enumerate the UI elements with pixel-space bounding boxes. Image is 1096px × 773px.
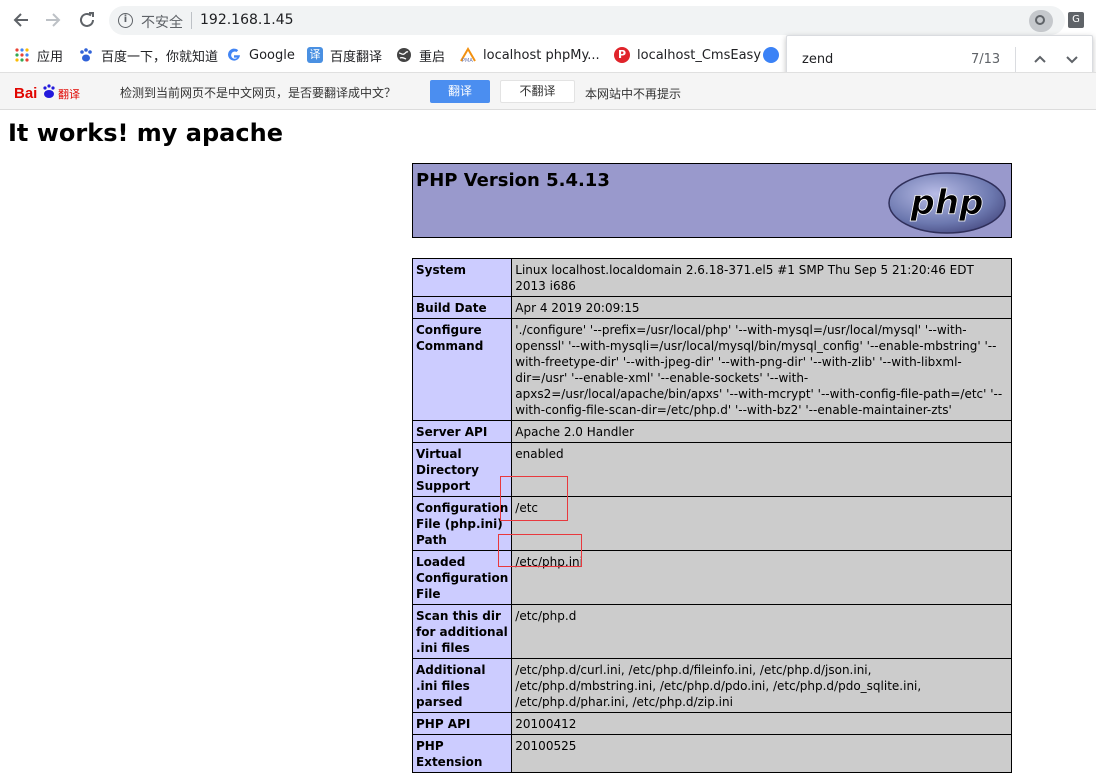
svg-text:Bai: Bai [14, 85, 37, 102]
reload-icon[interactable] [76, 9, 98, 31]
row-key: Server API [411, 420, 513, 443]
table-row: Server API Apache 2.0 Handler [411, 420, 1012, 443]
never-translate-link[interactable]: 本网站中不再提示 [585, 85, 681, 102]
bookmark-phpmyadmin[interactable]: PMA localhost phpMy... [460, 45, 600, 65]
url-text[interactable]: 192.168.1.45 [200, 12, 294, 28]
table-row: Scan this dir for additional .ini files … [411, 604, 1012, 659]
svg-text:PMA: PMA [462, 58, 473, 63]
highlight-box-loaded-config [498, 534, 582, 567]
find-next-chevron-down-icon[interactable] [1062, 48, 1082, 70]
row-value: /etc [511, 496, 1012, 551]
bookmark-label: 应用 [37, 49, 64, 65]
row-key: Virtual Directory Support [411, 442, 513, 497]
forward-arrow-icon[interactable] [42, 9, 64, 31]
php-version-title: PHP Version 5.4.13 [416, 170, 610, 191]
row-value: /etc/php.d/curl.ini, /etc/php.d/fileinfo… [511, 658, 1012, 713]
find-match-count: 7/13 [971, 52, 1001, 67]
row-value: /etc/php.ini [511, 550, 1012, 605]
row-value: 20100525 [511, 734, 1012, 773]
svg-text:翻译: 翻译 [58, 87, 80, 101]
row-key: Configure Command [411, 318, 513, 421]
row-key: Additional .ini files parsed [411, 658, 513, 713]
bookmark-baidu[interactable]: 百度一下，你就知道 [78, 45, 218, 65]
page-heading: It works! my apache [8, 119, 283, 147]
bookmark-label: 百度一下，你就知道 [101, 49, 219, 65]
apps-grid-icon [14, 47, 30, 63]
bookmark-apps[interactable]: 应用 [14, 45, 63, 65]
bookmark-google[interactable]: Google [226, 45, 295, 65]
bookmark-label: Google [249, 47, 295, 63]
bookmark-label: 重启 [419, 49, 446, 65]
find-separator [1015, 47, 1016, 74]
row-key: PHP Extension [411, 734, 513, 773]
google-g-icon [226, 47, 242, 63]
bookmark-label: localhost_CmsEasy [637, 47, 762, 63]
browser-toolbar: i 不安全 192.168.1.45 G [0, 0, 1096, 40]
back-arrow-icon[interactable] [10, 9, 32, 31]
bookmark-cmseasy[interactable]: P localhost_CmsEasy [614, 45, 761, 65]
p-logo-icon: P [614, 47, 630, 63]
row-value: Linux localhost.localdomain 2.6.18-371.e… [511, 258, 1012, 297]
row-key: Loaded Configuration File [411, 550, 513, 605]
php-logo: php [887, 171, 1007, 235]
security-label: 不安全 [141, 15, 183, 31]
translate-button[interactable]: 翻译 [430, 80, 490, 103]
row-value: /etc/php.d [511, 604, 1012, 659]
find-input[interactable]: zend [802, 52, 833, 67]
table-row: PHP Extension 20100525 [411, 734, 1012, 773]
table-row: Build Date Apr 4 2019 20:09:15 [411, 296, 1012, 319]
table-row: Additional .ini files parsed /etc/php.d/… [411, 658, 1012, 713]
row-value: enabled [511, 442, 1012, 497]
row-value: Apache 2.0 Handler [511, 420, 1012, 443]
row-key: Configuration File (php.ini) Path [411, 496, 513, 551]
page-content: It works! my apache PHP Version 5.4.13 p… [0, 111, 1096, 773]
row-key: Build Date [411, 296, 513, 319]
bookmark-restart[interactable]: 重启 [396, 45, 445, 65]
find-in-page-icon[interactable] [1029, 10, 1053, 32]
row-value: './configure' '--prefix=/usr/local/php' … [511, 318, 1012, 421]
find-previous-chevron-up-icon[interactable] [1030, 48, 1050, 70]
row-key: System [411, 258, 513, 297]
bookmark-label: localhost phpMy... [483, 47, 600, 63]
table-row: PHP API 20100412 [411, 712, 1012, 735]
row-key: PHP API [411, 712, 513, 735]
translate-icon: 译 [307, 47, 323, 63]
row-value: 20100412 [511, 712, 1012, 735]
table-row: System Linux localhost.localdomain 2.6.1… [411, 258, 1012, 297]
hexagon-icon [763, 47, 779, 63]
baidu-paw-icon [78, 47, 94, 63]
info-icon[interactable]: i [118, 13, 133, 28]
globe-icon [396, 47, 412, 63]
table-row: Configure Command './configure' '--prefi… [411, 318, 1012, 421]
row-key: Scan this dir for additional .ini files [411, 604, 513, 659]
baidu-translate-logo: Bai 翻译 [14, 81, 84, 103]
address-bar[interactable]: i 不安全 192.168.1.45 [109, 6, 1065, 35]
translate-bar: Bai 翻译 检测到当前网页不是中文网页，是否要翻译成中文？ 翻译 不翻译 本网… [0, 72, 1096, 110]
phpmyadmin-icon: PMA [460, 47, 476, 64]
bookmark-label: 百度翻译 [330, 49, 383, 65]
translate-icon[interactable]: G [1068, 12, 1084, 28]
highlight-box-config-path [500, 476, 568, 521]
php-logo-text: php [910, 183, 984, 223]
translate-message: 检测到当前网页不是中文网页，是否要翻译成中文？ [120, 86, 397, 100]
php-version-header: PHP Version 5.4.13 php [412, 163, 1012, 238]
no-translate-button[interactable]: 不翻译 [500, 80, 575, 103]
bookmark-more[interactable] [763, 45, 786, 65]
url-separator [191, 12, 192, 29]
bookmark-baidu-translate[interactable]: 译 百度翻译 [307, 45, 382, 65]
row-value: Apr 4 2019 20:09:15 [511, 296, 1012, 319]
